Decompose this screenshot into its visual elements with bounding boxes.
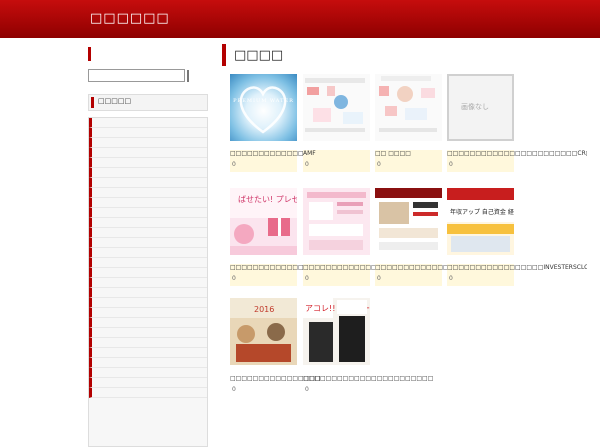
category-list-item[interactable] [89,118,207,128]
post-card[interactable]: アコレ!! 全身コーディネート □□□□□□□□□□□□□□□□□□□□□□□□… [303,298,433,398]
thumbnail-text: PREMIUM WATER [233,98,294,104]
manga-ad-image [303,74,370,141]
post-thumbnail[interactable]: 2016 [230,298,297,365]
business-ad-image [375,188,442,255]
post-thumbnail[interactable] [303,74,370,141]
category-list-item[interactable] [89,328,207,338]
category-list-item[interactable] [89,388,207,398]
category-list-item[interactable] [89,358,207,368]
category-list-item[interactable] [89,218,207,228]
search-input[interactable] [88,69,185,82]
category-list-item[interactable] [89,228,207,238]
fashion-ad-image: アコレ!! 全身コーディネート [303,298,370,365]
post-date: 0 [305,386,309,393]
post-card[interactable]: AMF 0 [303,74,370,174]
post-date: 0 [377,161,381,168]
category-accent-bar [91,97,94,108]
post-date: 0 [305,275,309,282]
site-header: □□□□□□ [0,0,600,38]
category-list-item[interactable] [89,238,207,248]
water-ad-image: PREMIUM WATER [230,74,297,141]
heart-shape-icon [239,86,287,134]
post-card[interactable]: □□□□□□□□□□□□□□□□□□□□□□□ 0 [303,188,393,288]
post-thumbnail[interactable]: 画像なし [447,74,514,141]
post-title[interactable]: □□□□□□□□□□□□□□□□□□□□□□□□□□□□□□□□□□□□□□□ [303,375,433,383]
post-date: 0 [232,275,236,282]
site-title[interactable]: □□□□□□ [90,11,170,26]
post-thumbnail[interactable] [375,74,442,141]
post-date: 0 [232,161,236,168]
category-list-item[interactable] [89,268,207,278]
category-list-item[interactable] [89,198,207,208]
category-list-item[interactable] [89,138,207,148]
post-card[interactable]: □□ □□□□ 0 [375,74,442,174]
category-list-item[interactable] [89,378,207,388]
thumbnail-text: 年収アップ 自己資金 経営ができます [450,208,514,216]
post-thumbnail[interactable] [303,188,370,255]
post-date: 0 [377,275,381,282]
category-list-item[interactable] [89,178,207,188]
category-list-item[interactable] [89,188,207,198]
category-list-item[interactable] [89,168,207,178]
post-date: 0 [449,161,453,168]
invest-ad-image: 年収アップ 自己資金 経営ができます [447,188,514,255]
category-title: □□□□□ [98,97,132,105]
category-list-item[interactable] [89,248,207,258]
category-list-item[interactable] [89,298,207,308]
webpage-screenshot-image [303,188,370,255]
category-list-item[interactable] [89,158,207,168]
post-thumbnail[interactable]: ばせたい! プレゼント [230,188,297,255]
post-card[interactable]: 画像なし □□□□□□□□□□□□□□□□□□□□□□□CR□□□□ 0 [447,74,587,174]
gift-ad-image: ばせたい! プレゼント [230,188,297,255]
category-list-item[interactable] [89,148,207,158]
post-thumbnail[interactable]: PREMIUM WATER [230,74,297,141]
post-thumbnail[interactable]: 年収アップ 自己資金 経営ができます [447,188,514,255]
post-card[interactable]: 2016 □□□□□□□□□□□□□□□□□□□2016□ 0 [230,298,320,398]
category-list-item[interactable] [89,348,207,358]
post-card[interactable]: PREMIUM WATER □□□□□□□□□□□□□□□□□□□□□□□□ 0 [230,74,320,174]
post-card[interactable]: 年収アップ 自己資金 経営ができます □□□□□□□□□□□□□□□□□INVE… [447,188,587,288]
manga-illustration-icon [375,74,442,141]
search-button[interactable] [187,70,189,82]
post-title[interactable]: □□□□□□□□□□□□□□□□□INVESTERSCLOUD□ [447,264,587,272]
post-card[interactable]: ばせたい! プレゼント □□□□□□□□□□□□□□□□□□□□□□□ 0 [230,188,320,288]
no-image-label: 画像なし [461,103,489,111]
category-list-item[interactable] [89,208,207,218]
sidebar-heading [88,47,210,61]
section-title: □□□□ [234,48,284,63]
post-date: 0 [232,386,236,393]
manga-illustration-icon [303,74,370,141]
category-list-item[interactable] [89,338,207,348]
category-list-item[interactable] [89,128,207,138]
category-list-item[interactable] [89,308,207,318]
photo-2016-image: 2016 [230,298,297,365]
thumbnail-text: 2016 [254,305,274,314]
category-list-item[interactable] [89,278,207,288]
category-list-item[interactable] [89,288,207,298]
post-thumbnail[interactable] [375,188,442,255]
manga-ad-image [375,74,442,141]
thumbnail-text: ばせたい! プレゼント [238,194,297,204]
category-list-item[interactable] [89,368,207,378]
post-date: 0 [305,161,309,168]
category-list-item[interactable] [89,258,207,268]
category-list-item[interactable] [89,318,207,328]
section-heading: □□□□ [222,44,596,66]
post-thumbnail[interactable]: アコレ!! 全身コーディネート [303,298,370,365]
post-date: 0 [449,275,453,282]
category-list [88,117,208,447]
post-card[interactable]: □□□□□□□□□□□□□□□□□□□□□□□ 0 [375,188,465,288]
post-title[interactable]: □□□□□□□□□□□□□□□□□□□□□□□CR□□□□ [447,150,587,158]
category-widget-header: □□□□□ [88,94,208,111]
